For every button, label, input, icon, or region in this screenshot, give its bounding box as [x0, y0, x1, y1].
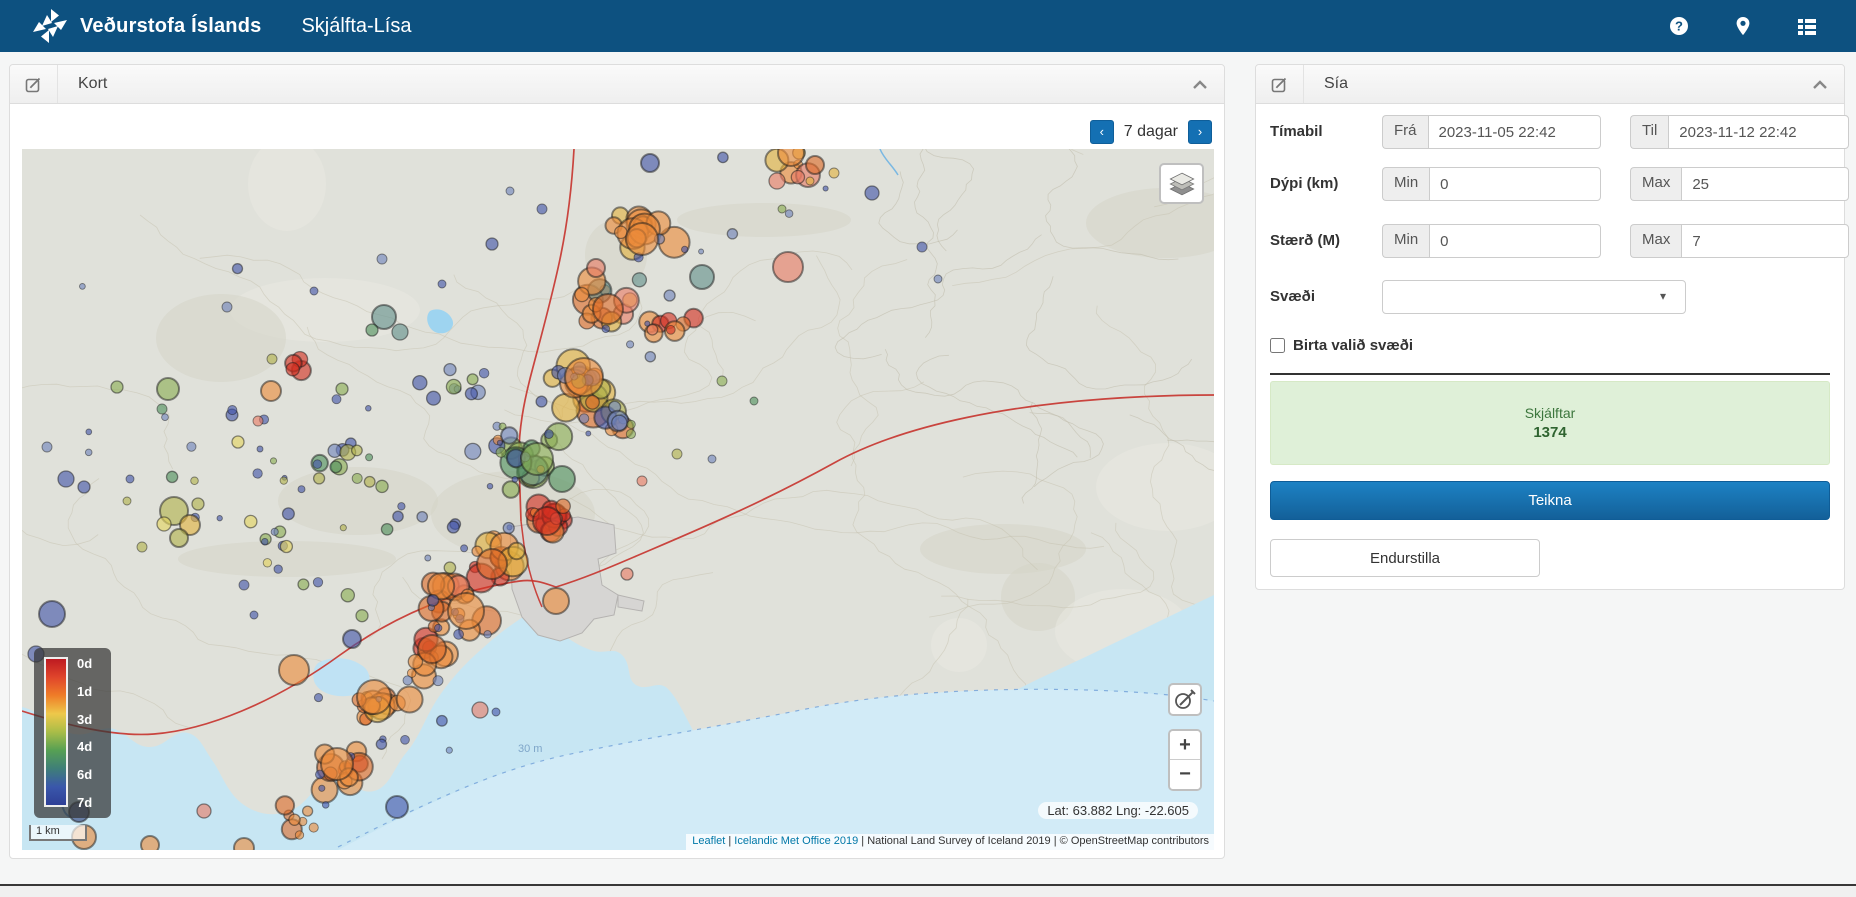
map-attribution: Leaflet | Icelandic Met Office 2019 | Na…	[686, 834, 1214, 850]
age-legend-gradient	[44, 657, 68, 807]
svg-text:?: ?	[1675, 19, 1683, 34]
reset-button[interactable]: Endurstilla	[1270, 539, 1540, 577]
magnitude-filter-row: Stærð (M) Min Max	[1270, 224, 1833, 258]
layers-control-button[interactable]	[1159, 163, 1204, 204]
cursor-coordinates: Lat: 63.882 Lng: -22.605	[1038, 802, 1198, 819]
depth-contour-label: 30 m	[518, 743, 542, 755]
footer-strip	[0, 886, 1856, 897]
page: Veðurstofa Íslands Skjálfta-Lísa ?	[0, 0, 1856, 897]
help-icon[interactable]: ?	[1669, 16, 1689, 36]
quake-count-label: Skjálftar	[1525, 405, 1576, 421]
depth-min-group: Min	[1382, 167, 1601, 201]
legend-label: 7d	[77, 796, 92, 809]
depth-max-input[interactable]	[1681, 167, 1849, 201]
show-selected-area-label: Birta valið svæði	[1293, 337, 1413, 354]
draw-icon	[1173, 688, 1197, 712]
scale-bar: 1 km	[29, 825, 87, 841]
location-pin-icon[interactable]	[1733, 16, 1753, 36]
filter-panel: Sía Tímabil Frá Til Dýpi (km) Min	[1255, 64, 1845, 590]
legend-label: 6d	[77, 768, 92, 781]
legend-label: 4d	[77, 740, 92, 753]
map-panel-title: Kort	[58, 75, 107, 93]
collapse-map-chevron-icon[interactable]	[1192, 79, 1208, 91]
from-input-group: Frá	[1382, 115, 1601, 149]
previous-period-button[interactable]: ‹	[1090, 120, 1114, 144]
depth-max-group: Max	[1630, 167, 1849, 201]
edit-square-icon	[1256, 65, 1304, 103]
brand-title: Veðurstofa Íslands	[80, 15, 261, 38]
max-addon: Max	[1630, 224, 1681, 258]
show-area-row: Birta valið svæði	[1270, 337, 1413, 354]
navbar-actions: ?	[1669, 0, 1817, 52]
period-filter-row: Tímabil Frá Til	[1270, 115, 1833, 149]
min-addon: Min	[1382, 167, 1429, 201]
magnitude-min-input[interactable]	[1429, 224, 1601, 258]
map-panel-header: Kort	[10, 65, 1224, 104]
from-datetime-input[interactable]	[1428, 115, 1602, 149]
osm-credit: © OpenStreetMap contributors	[1060, 835, 1209, 847]
magnitude-min-group: Min	[1382, 224, 1601, 258]
zoom-in-button[interactable]: +	[1170, 731, 1200, 760]
to-input-group: Til	[1630, 115, 1849, 149]
area-filter-label: Svæði	[1270, 288, 1315, 305]
show-selected-area-checkbox[interactable]	[1270, 338, 1285, 353]
max-addon: Max	[1630, 167, 1681, 201]
leaflet-link[interactable]: Leaflet	[692, 835, 725, 847]
next-period-button[interactable]: ›	[1188, 120, 1212, 144]
draw-submit-button[interactable]: Teikna	[1270, 481, 1830, 520]
layers-icon	[1167, 171, 1197, 197]
magnitude-max-input[interactable]	[1681, 224, 1849, 258]
list-menu-icon[interactable]	[1797, 16, 1817, 36]
depth-filter-label: Dýpi (km)	[1270, 175, 1338, 192]
collapse-filter-chevron-icon[interactable]	[1812, 79, 1828, 91]
min-addon: Min	[1382, 224, 1429, 258]
attr-separator: |	[858, 835, 867, 847]
app-title: Skjálfta-Lísa	[301, 15, 411, 38]
from-addon: Frá	[1382, 115, 1428, 149]
attr-separator: |	[1051, 835, 1060, 847]
form-divider	[1270, 373, 1830, 375]
zoom-control: + −	[1168, 729, 1202, 791]
edit-square-icon	[10, 65, 58, 103]
zoom-out-button[interactable]: −	[1170, 760, 1200, 789]
filter-panel-header: Sía	[1256, 65, 1844, 104]
top-navbar: Veðurstofa Íslands Skjálfta-Lísa ?	[0, 0, 1856, 52]
legend-label: 1d	[77, 685, 92, 698]
brand: Veðurstofa Íslands Skjálfta-Lísa	[30, 6, 412, 46]
magnitude-max-group: Max	[1630, 224, 1849, 258]
to-datetime-input[interactable]	[1668, 115, 1849, 149]
magnitude-filter-label: Stærð (M)	[1270, 232, 1340, 249]
map-panel: Kort ‹ 7 dagar ›	[9, 64, 1225, 859]
period-control: ‹ 7 dagar ›	[1090, 119, 1212, 145]
quake-count-box: Skjálftar 1374	[1270, 381, 1830, 465]
legend-label: 0d	[77, 657, 92, 670]
depth-filter-row: Dýpi (km) Min Max	[1270, 167, 1833, 201]
area-filter-row: Svæði ▾	[1270, 280, 1833, 314]
area-select[interactable]	[1382, 280, 1686, 314]
depth-min-input[interactable]	[1429, 167, 1601, 201]
period-label: 7 dagar	[1124, 123, 1178, 141]
imo-link[interactable]: Icelandic Met Office 2019	[734, 835, 858, 847]
filter-panel-title: Sía	[1304, 75, 1348, 93]
to-addon: Til	[1630, 115, 1668, 149]
legend-label: 3d	[77, 713, 92, 726]
period-filter-label: Tímabil	[1270, 123, 1323, 140]
map-canvas[interactable]: 30 m + − Lat: 63.882 Lng:	[22, 149, 1214, 850]
quake-count-value: 1374	[1533, 424, 1566, 441]
nls-credit: National Land Survey of Iceland 2019	[867, 835, 1050, 847]
draw-polygon-button[interactable]	[1168, 683, 1202, 716]
age-legend: 0d 1d 3d 4d 6d 7d	[34, 648, 111, 818]
map-image: 30 m	[22, 149, 1214, 850]
imo-logo-icon	[30, 6, 70, 46]
attr-separator: |	[725, 835, 734, 847]
